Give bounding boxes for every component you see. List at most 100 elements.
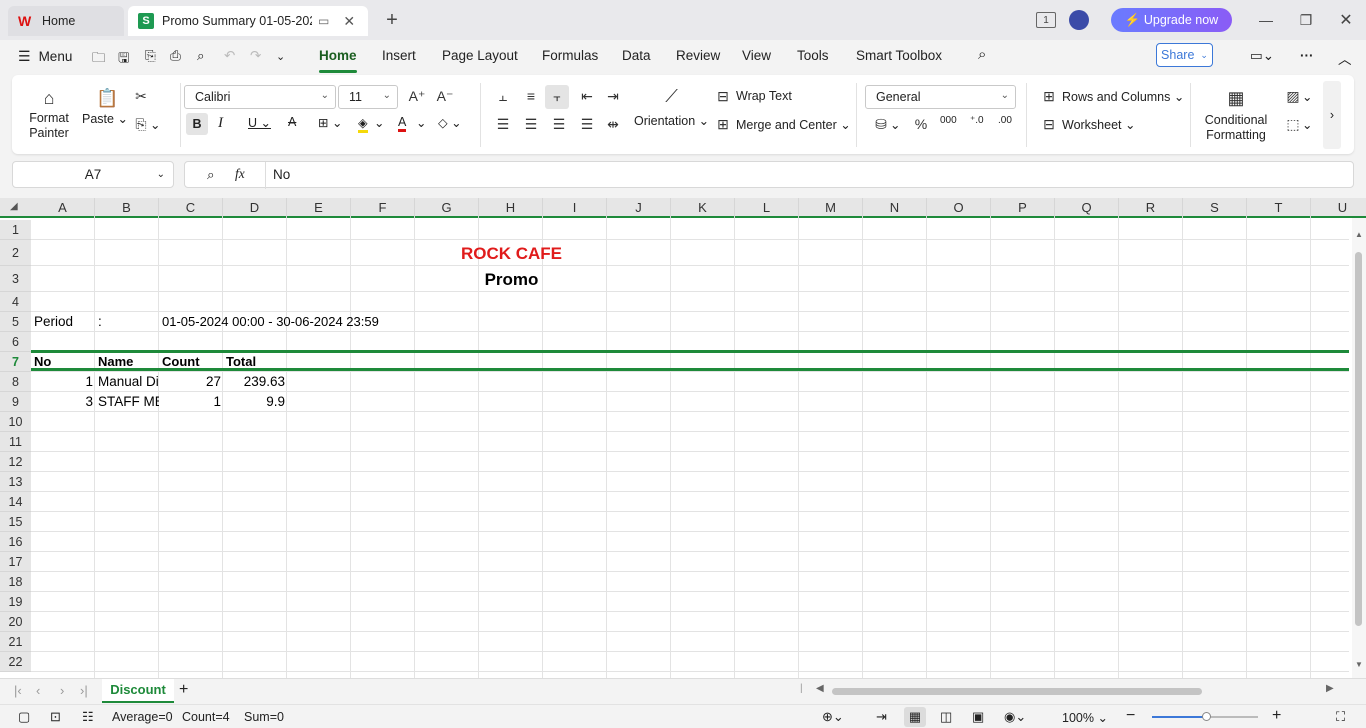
zoom-level[interactable]: 100% ⌄ xyxy=(1062,710,1108,725)
row-header-1[interactable]: 1 xyxy=(0,220,31,240)
ribbon-scroll-right-icon[interactable]: › xyxy=(1323,81,1341,149)
column-header-c[interactable]: C xyxy=(159,198,223,218)
row-header-16[interactable]: 16 xyxy=(0,532,31,552)
period-colon[interactable]: : xyxy=(98,312,158,332)
export-pdf-icon[interactable]: ⎘ xyxy=(145,48,156,64)
fullscreen-icon[interactable]: ⛶ xyxy=(1336,709,1345,725)
report-title[interactable]: ROCK CAFE xyxy=(416,242,607,266)
close-window-icon[interactable]: ✕ xyxy=(1338,10,1354,30)
column-header-a[interactable]: A xyxy=(31,198,95,218)
menu-home[interactable]: Home xyxy=(319,48,357,73)
align-right-icon[interactable]: ☰ xyxy=(550,115,568,133)
row-header-12[interactable]: 12 xyxy=(0,452,31,472)
row2-name[interactable]: STAFF MEA xyxy=(98,392,159,412)
row-header-9[interactable]: 9 xyxy=(0,392,31,412)
menu-page-layout[interactable]: Page Layout xyxy=(442,48,518,63)
period-label[interactable]: Period xyxy=(34,312,94,332)
function-icon[interactable]: fx xyxy=(235,166,245,182)
orientation-button[interactable]: ⟋ Orientation ⌄ xyxy=(634,87,709,128)
column-header-l[interactable]: L xyxy=(735,198,799,218)
wrap-text-button[interactable]: ⊟ Wrap Text xyxy=(714,87,792,105)
more-options-icon[interactable]: ··· xyxy=(1300,48,1314,63)
column-header-h[interactable]: H xyxy=(479,198,543,218)
table-format-icon[interactable]: ⬚ ⌄ xyxy=(1284,115,1312,133)
cut-icon[interactable]: ✂ xyxy=(132,87,150,105)
main-menu-button[interactable]: ☰ Menu xyxy=(18,48,72,65)
name-box[interactable]: A7 ⌄ xyxy=(12,161,174,188)
new-tab-icon[interactable]: + xyxy=(382,9,402,31)
cell-style-status-icon[interactable]: ⊕⌄ xyxy=(822,709,844,725)
borders-icon[interactable]: ⊞ ⌄ xyxy=(318,115,342,130)
fill-color-dropdown-icon[interactable]: ⌄ xyxy=(374,115,384,130)
prev-sheet-icon[interactable]: ‹ xyxy=(36,683,40,698)
align-left-icon[interactable]: ☰ xyxy=(494,115,512,133)
column-header-k[interactable]: K xyxy=(671,198,735,218)
upgrade-button[interactable]: ⚡ Upgrade now xyxy=(1111,8,1232,32)
minimize-icon[interactable]: — xyxy=(1258,10,1274,30)
avatar[interactable] xyxy=(1069,10,1089,30)
row2-total[interactable]: 9.9 xyxy=(224,392,285,412)
period-value[interactable]: 01-05-2024 00:00 - 30-06-2024 23:59 xyxy=(162,312,462,332)
menu-tools[interactable]: Tools xyxy=(797,48,829,63)
row-header-18[interactable]: 18 xyxy=(0,572,31,592)
page-layout-view-icon[interactable]: ▣ xyxy=(972,709,984,725)
scroll-up-icon[interactable]: ▲ xyxy=(1355,230,1363,239)
column-header-t[interactable]: T xyxy=(1247,198,1311,218)
column-header-i[interactable]: I xyxy=(543,198,607,218)
next-sheet-icon[interactable]: › xyxy=(60,683,64,698)
column-header-o[interactable]: O xyxy=(927,198,991,218)
row1-count[interactable]: 27 xyxy=(160,372,221,392)
scroll-left-icon[interactable]: ◀ xyxy=(816,683,824,694)
select-all-icon[interactable]: ◢ xyxy=(10,201,18,212)
decrease-indent-icon[interactable]: ⇤ xyxy=(578,87,596,105)
first-sheet-icon[interactable]: |‹ xyxy=(14,683,22,698)
row-header-14[interactable]: 14 xyxy=(0,492,31,512)
row-header-17[interactable]: 17 xyxy=(0,552,31,572)
column-header-r[interactable]: R xyxy=(1119,198,1183,218)
close-tab-icon[interactable]: ✕ xyxy=(343,13,355,30)
column-header-n[interactable]: N xyxy=(863,198,927,218)
menu-formulas[interactable]: Formulas xyxy=(542,48,598,63)
header-count[interactable]: Count xyxy=(162,352,222,372)
spreadsheet-grid[interactable]: ◢ ABCDEFGHIJKLMNOPQRSTU 1 2 3 4 5 6 7 8 9 10 11 12 1… xyxy=(0,198,1366,678)
hscroll-divider[interactable]: | xyxy=(800,683,803,694)
column-header-b[interactable]: B xyxy=(95,198,159,218)
row-header-19[interactable]: 19 xyxy=(0,592,31,612)
quick-access-more-icon[interactable]: ⌄ xyxy=(276,50,285,63)
report-subtitle[interactable]: Promo xyxy=(416,268,607,292)
row-header-3[interactable]: 3 xyxy=(0,266,31,292)
copy-icon[interactable]: ⎘ ⌄ xyxy=(132,115,160,133)
add-sheet-icon[interactable]: + xyxy=(179,681,188,699)
row-header-5[interactable]: 5 xyxy=(0,312,31,332)
save-icon[interactable]: 🖫 xyxy=(118,48,130,71)
zoom-slider[interactable] xyxy=(1152,712,1258,721)
column-header-s[interactable]: S xyxy=(1183,198,1247,218)
underline-icon[interactable]: U ⌄ xyxy=(248,115,271,130)
eye-protection-icon[interactable]: ◉⌄ xyxy=(1004,709,1026,725)
restore-icon[interactable]: ❐ xyxy=(1298,10,1314,30)
row-header-8[interactable]: 8 xyxy=(0,372,31,392)
cell-mode-icon[interactable]: ▢ xyxy=(18,709,30,725)
align-top-icon[interactable]: ⫠ xyxy=(494,87,512,105)
fill-color-icon[interactable]: ◈ xyxy=(358,115,368,133)
sheet-list-icon[interactable]: ☷ xyxy=(82,709,94,725)
zoom-formula-icon[interactable]: ⌕ xyxy=(207,167,215,183)
distributed-icon[interactable]: ⇹ xyxy=(604,115,622,133)
percent-icon[interactable]: % xyxy=(912,115,930,133)
tab-document[interactable]: S Promo Summary 01-05-2024 0 ▭ ✕ xyxy=(128,6,368,36)
clear-format-icon[interactable]: ◇ ⌄ xyxy=(438,115,462,130)
row2-count[interactable]: 1 xyxy=(160,392,221,412)
vertical-scrollbar[interactable]: ▲ ▼ xyxy=(1352,218,1366,678)
menu-smart-toolbox[interactable]: Smart Toolbox xyxy=(856,48,942,63)
redo-icon[interactable]: ↷ xyxy=(250,48,261,64)
horizontal-scroll-thumb[interactable] xyxy=(832,688,1202,695)
column-header-d[interactable]: D xyxy=(223,198,287,218)
thousands-icon[interactable]: 000 xyxy=(940,115,957,126)
formula-input[interactable]: ⌕ fx No xyxy=(184,161,1354,189)
column-header-q[interactable]: Q xyxy=(1055,198,1119,218)
row-header-15[interactable]: 15 xyxy=(0,512,31,532)
freeze-icon[interactable]: ⇥ xyxy=(876,709,887,725)
font-name-select[interactable]: Calibri ⌄ xyxy=(184,85,336,109)
bold-icon[interactable]: B xyxy=(186,113,208,135)
align-middle-icon[interactable]: ≡ xyxy=(522,87,540,105)
